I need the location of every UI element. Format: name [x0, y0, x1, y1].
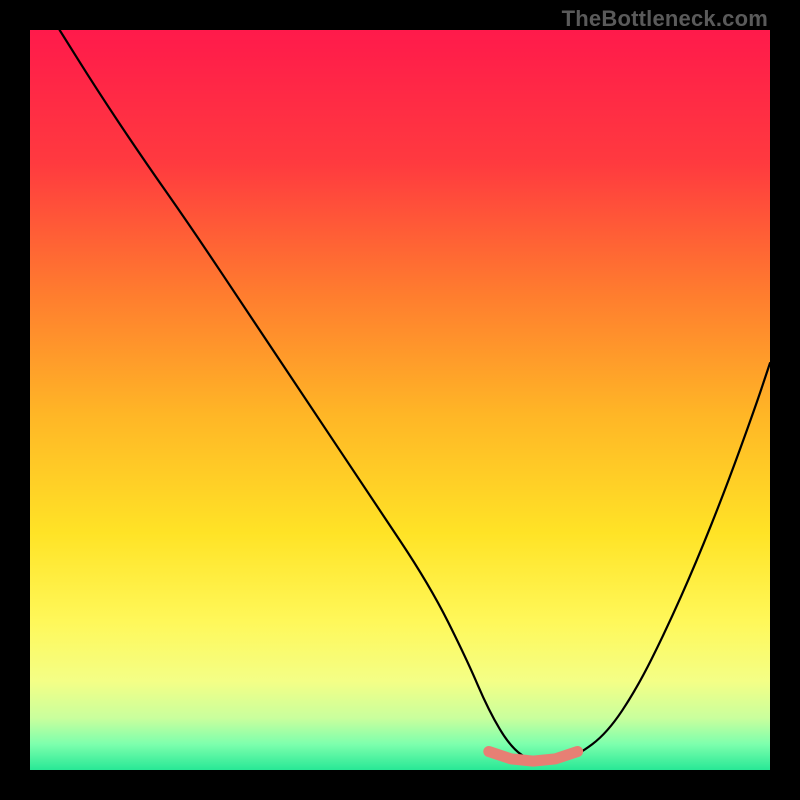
- bottleneck-curve: [60, 30, 770, 763]
- optimal-band: [489, 752, 578, 762]
- chart-frame: TheBottleneck.com: [0, 0, 800, 800]
- chart-lines: [30, 30, 770, 770]
- plot-area: [30, 30, 770, 770]
- watermark-text: TheBottleneck.com: [562, 6, 768, 32]
